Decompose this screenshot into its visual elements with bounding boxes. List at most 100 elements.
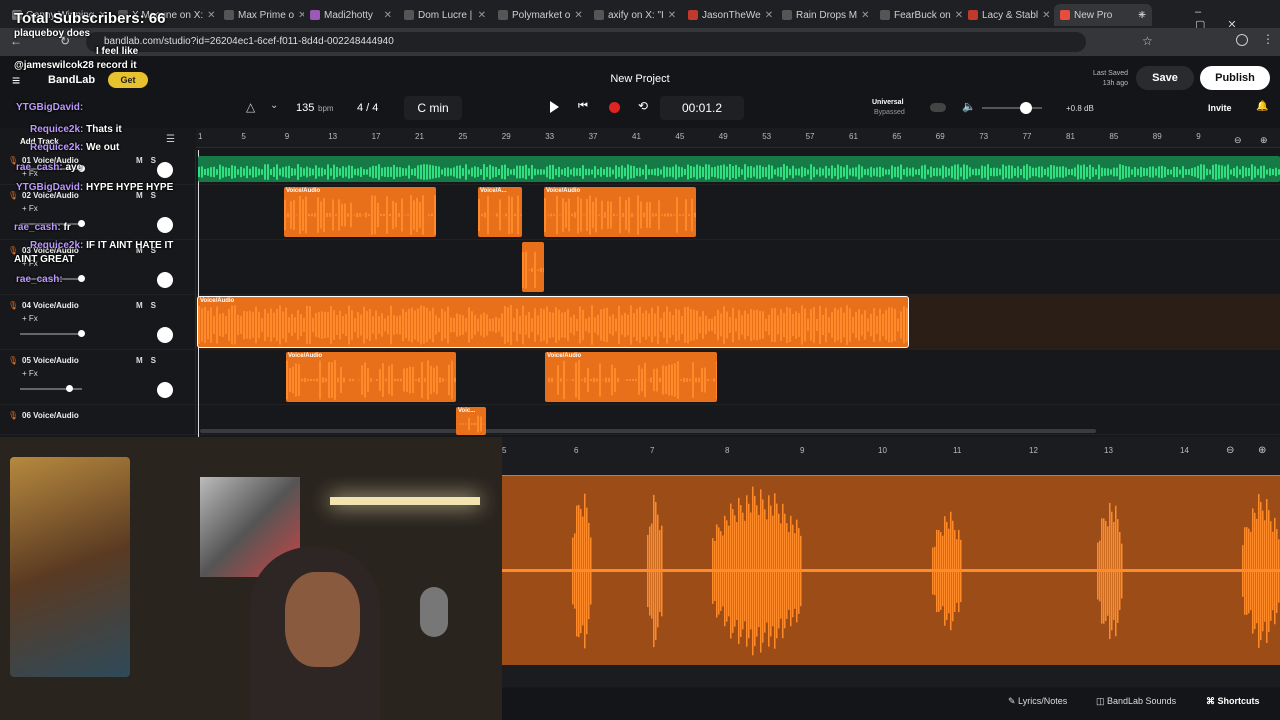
time-signature[interactable]: 4 / 4	[357, 102, 378, 114]
ruler-tick-label: 25	[458, 132, 468, 141]
browser-tab[interactable]: Max Prime o ✕	[218, 4, 304, 26]
zoom-out-icon[interactable]: ⊖	[1234, 135, 1242, 146]
volume-handle[interactable]	[1020, 102, 1032, 114]
bpm-value[interactable]: 135	[296, 102, 314, 114]
tab-close-icon[interactable]: ✕	[761, 10, 773, 21]
save-button[interactable]: Save	[1136, 66, 1194, 90]
loop-icon[interactable]: ⟲	[638, 99, 648, 113]
key-selector[interactable]: C min	[404, 96, 462, 120]
track-type: Voice/Audio	[33, 301, 79, 310]
green-audio-clip[interactable]	[198, 156, 1280, 182]
audio-clip[interactable]: Voice/Audio	[284, 187, 436, 237]
editor-zoom-out-icon[interactable]: ⊖	[1226, 445, 1234, 456]
editor-clip[interactable]	[502, 475, 1280, 665]
master-volume-slider[interactable]	[982, 102, 1042, 114]
editor-ruler[interactable]: 5 6 7 8 9 10 11 12 13 14	[502, 440, 1280, 460]
add-fx-button[interactable]: + Fx	[22, 204, 38, 213]
record-icon[interactable]	[609, 102, 620, 113]
bookmark-star-icon[interactable]: ☆	[1142, 34, 1153, 48]
audio-clip[interactable]: Voic...	[456, 407, 486, 435]
pan-knob[interactable]	[157, 272, 173, 288]
profile-icon[interactable]	[1236, 34, 1248, 46]
pan-knob[interactable]	[157, 162, 173, 178]
speaker-icon[interactable]: 🔈	[962, 100, 976, 113]
add-fx-button[interactable]: + Fx	[22, 314, 38, 323]
timeline-ruler[interactable]: 1 5 9 13 17 21 25 29 33 37 41 45 49 53 57 61 65 69 73 77 81 8…	[196, 128, 1280, 148]
browser-tab[interactable]: Polymarket o ✕	[492, 4, 588, 26]
volume-handle[interactable]	[78, 275, 85, 282]
shortcuts-button[interactable]: ⌘ Shortcuts	[1206, 696, 1260, 707]
publish-button[interactable]: Publish	[1200, 66, 1270, 90]
browser-tab[interactable]: Madi2hotty ✕	[304, 4, 398, 26]
browser-tab[interactable]: FearBuck on ✕	[874, 4, 962, 26]
pan-knob[interactable]	[157, 382, 173, 398]
browser-tab[interactable]: Rain Drops M ✕	[776, 4, 874, 26]
audio-clip[interactable]: Voice/Audio	[286, 352, 456, 402]
bandlab-sounds-button[interactable]: ◫ BandLab Sounds	[1096, 696, 1176, 707]
tab-close-icon[interactable]: ✕	[380, 10, 392, 21]
invite-button[interactable]: Invite	[1208, 103, 1232, 113]
metronome-icon[interactable]: △	[246, 100, 255, 114]
browser-tab[interactable]: Lacy & Stabl ✕	[962, 4, 1054, 26]
track-volume-slider[interactable]	[20, 385, 82, 392]
volume-handle[interactable]	[66, 385, 73, 392]
last-saved-time: 13h ago	[1102, 80, 1128, 87]
audio-clip[interactable]: Voice/A...	[478, 187, 522, 237]
menu-dots-icon[interactable]: ⋮	[1262, 32, 1274, 46]
browser-tab[interactable]: JasonTheWe ✕	[682, 4, 776, 26]
tab-favicon-icon	[224, 10, 234, 20]
bell-icon[interactable]: 🔔	[1256, 101, 1268, 112]
track-name[interactable]: 05 Voice/Audio	[22, 356, 79, 365]
browser-tab[interactable]: Dom Lucre | ✕	[398, 4, 492, 26]
chevron-down-icon[interactable]: ⌄	[270, 100, 278, 111]
pan-knob[interactable]	[157, 327, 173, 343]
audio-clip[interactable]: Voice/Audio	[545, 352, 717, 402]
track-row[interactable]: 🎙 03 Voice/Audio + Fx MS	[0, 240, 1280, 295]
playhead[interactable]	[198, 150, 199, 437]
mute-solo-buttons[interactable]: MS	[136, 356, 164, 365]
lyrics-notes-button[interactable]: ✎ Lyrics/Notes	[1008, 696, 1067, 707]
track-name[interactable]: 06 Voice/Audio	[22, 411, 79, 420]
key-label: C min	[417, 101, 449, 115]
tab-close-icon[interactable]: ✕	[1038, 10, 1050, 21]
tab-close-icon[interactable]: ✕	[570, 10, 582, 21]
url-field[interactable]: bandlab.com/studio?id=26204ec1-6cef-f011…	[86, 32, 1086, 52]
add-fx-button[interactable]: + Fx	[22, 369, 38, 378]
zoom-in-icon[interactable]: ⊕	[1260, 135, 1268, 146]
mute-solo-buttons[interactable]: MS	[136, 301, 164, 310]
audio-clip[interactable]	[522, 242, 544, 292]
tab-close-icon[interactable]: ✕	[294, 10, 304, 21]
play-icon[interactable]	[550, 101, 559, 113]
hamburger-menu-icon[interactable]: ≡	[12, 72, 20, 88]
get-button[interactable]: Get	[108, 72, 148, 88]
skip-back-icon[interactable]: ⏮	[578, 100, 588, 113]
track-options-icon[interactable]: ☰	[166, 134, 175, 145]
preset-name[interactable]: Universal	[872, 99, 904, 106]
track-name[interactable]: 04 Voice/Audio	[22, 301, 79, 310]
track-header[interactable]: 🎙 04 Voice/Audio + Fx MS	[0, 295, 196, 349]
new-tab-button[interactable]: +	[1138, 6, 1146, 22]
pan-knob[interactable]	[157, 217, 173, 233]
browser-tab[interactable]: axify on X: "I ✕	[588, 4, 682, 26]
editor-zoom-in-icon[interactable]: ⊕	[1258, 445, 1266, 456]
tab-close-icon[interactable]: ✕	[203, 10, 215, 21]
tab-close-icon[interactable]: ✕	[474, 10, 486, 21]
volume-handle[interactable]	[78, 330, 85, 337]
track-header[interactable]: 🎙 06 Voice/Audio	[0, 405, 196, 434]
project-title[interactable]: New Project	[580, 73, 700, 85]
audio-clip[interactable]: Voice/Audio	[197, 296, 909, 348]
chat-text: fr	[63, 222, 71, 233]
track-volume-slider[interactable]	[20, 330, 85, 337]
tab-close-icon[interactable]: ✕	[857, 10, 869, 21]
track-header[interactable]: 🎙 05 Voice/Audio + Fx MS	[0, 350, 196, 404]
bypass-toggle[interactable]	[930, 103, 946, 112]
bandlab-logo[interactable]: BandLab	[48, 74, 95, 86]
time-value: 00:01.2	[681, 101, 723, 115]
tab-close-icon[interactable]: ✕	[951, 10, 962, 21]
tab-close-icon[interactable]: ✕	[664, 10, 676, 21]
ruler-tick-label: 85	[1109, 132, 1119, 141]
volume-handle[interactable]	[78, 220, 85, 227]
horizontal-scrollbar[interactable]	[200, 429, 1096, 433]
audio-clip[interactable]: Voice/Audio	[544, 187, 696, 237]
ruler-tick-label: 89	[1152, 132, 1162, 141]
